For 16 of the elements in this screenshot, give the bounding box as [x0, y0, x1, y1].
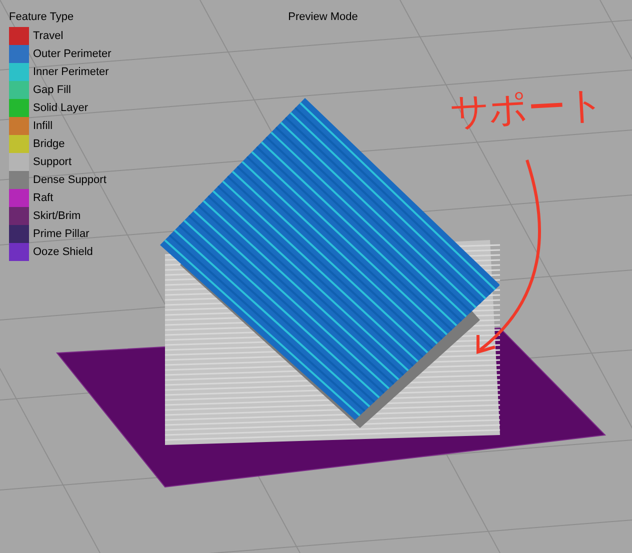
legend-label: Solid Layer: [33, 100, 88, 116]
legend-label: Infill: [33, 118, 53, 134]
legend-label: Prime Pillar: [33, 226, 90, 242]
view-mode-title: Preview Mode: [288, 10, 358, 25]
legend-title: Feature Type: [9, 10, 75, 25]
legend-label: Raft: [33, 190, 54, 206]
legend-label: Dense Support: [33, 172, 106, 188]
legend-label: Support: [33, 154, 72, 170]
legend-label: Outer Perimeter: [33, 46, 112, 62]
legend-label: Travel: [33, 28, 64, 44]
handwritten-note: サポート: [448, 80, 606, 136]
legend-label: Ooze Shield: [33, 244, 93, 260]
legend-label: Inner Perimeter: [33, 64, 109, 80]
legend-label: Gap Fill: [33, 82, 71, 98]
legend-label: Bridge: [33, 136, 65, 152]
legend-label: Skirt/Brim: [33, 208, 81, 224]
